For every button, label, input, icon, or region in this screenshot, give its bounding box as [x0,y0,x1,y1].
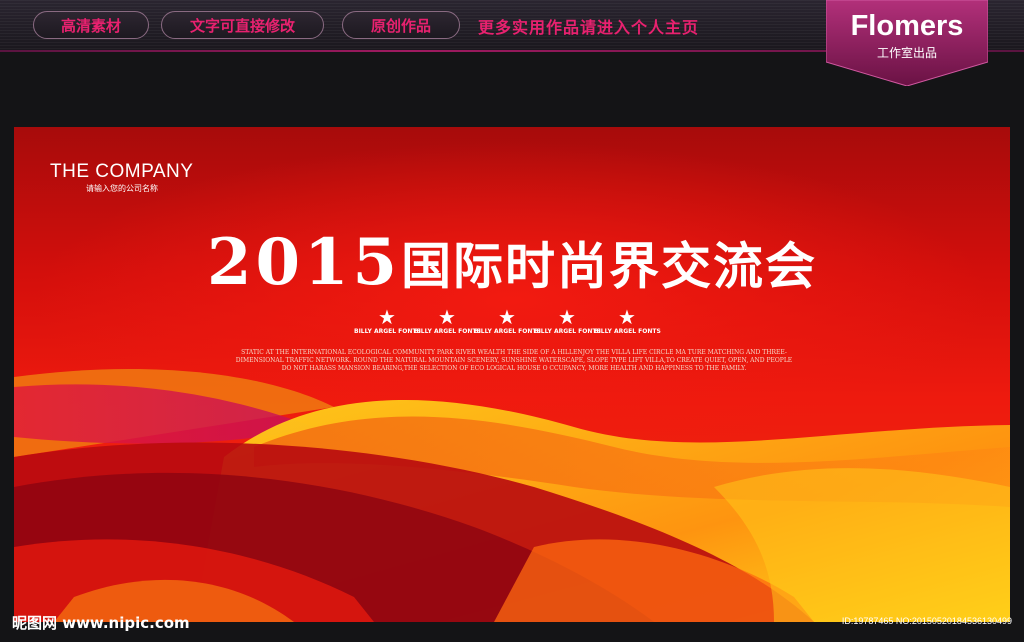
company-subtitle: 请输入您的公司名称 [86,184,158,193]
event-title: 2015国际时尚界交流会 [14,225,1010,300]
original-work-button[interactable]: 原创作品 [342,11,460,39]
brand-name: Flomers [850,10,964,42]
body-paragraph: STATIC AT THE INTERNATIONAL ECOLOGICAL C… [235,349,793,372]
star-icon: ★ [558,305,576,329]
brand-badge[interactable]: Flomers 工作室出品 [826,0,988,86]
star-icon: ★ [618,305,636,329]
star-icon: ★ [498,305,516,329]
homepage-link[interactable]: 更多实用作品请进入个人主页 [478,14,699,38]
event-name: 国际时尚界交流会 [401,237,818,296]
star-label: BILLY ARGEL FONTS [474,328,541,335]
company-name: THE COMPANY [50,161,194,182]
editable-text-button[interactable]: 文字可直接修改 [161,11,324,39]
star-icon: ★ [438,305,456,329]
star-logo: ★ BILLY ARGEL FONTS [594,305,661,335]
image-id: ID:19787465 NO:20150520184536130499 [841,616,1012,626]
event-year: 2015 [206,225,402,300]
star-label: BILLY ARGEL FONTS [354,328,421,335]
star-logo: ★ BILLY ARGEL FONTS [354,305,421,335]
hd-material-button[interactable]: 高清素材 [33,11,149,39]
poster: THE COMPANY 请输入您的公司名称 2015国际时尚界交流会 ★ BIL… [14,127,1010,622]
star-label: BILLY ARGEL FONTS [414,328,481,335]
star-logo: ★ BILLY ARGEL FONTS [534,305,601,335]
site-watermark: 昵图网 www.nipic.com [12,614,190,632]
star-icon: ★ [378,305,396,329]
star-logo-row: ★ BILLY ARGEL FONTS ★ BILLY ARGEL FONTS … [354,307,664,337]
star-label: BILLY ARGEL FONTS [534,328,601,335]
star-logo: ★ BILLY ARGEL FONTS [474,305,541,335]
brand-subtitle: 工作室出品 [876,46,937,60]
wave-background [14,368,1010,622]
star-label: BILLY ARGEL FONTS [594,328,661,335]
star-logo: ★ BILLY ARGEL FONTS [414,305,481,335]
